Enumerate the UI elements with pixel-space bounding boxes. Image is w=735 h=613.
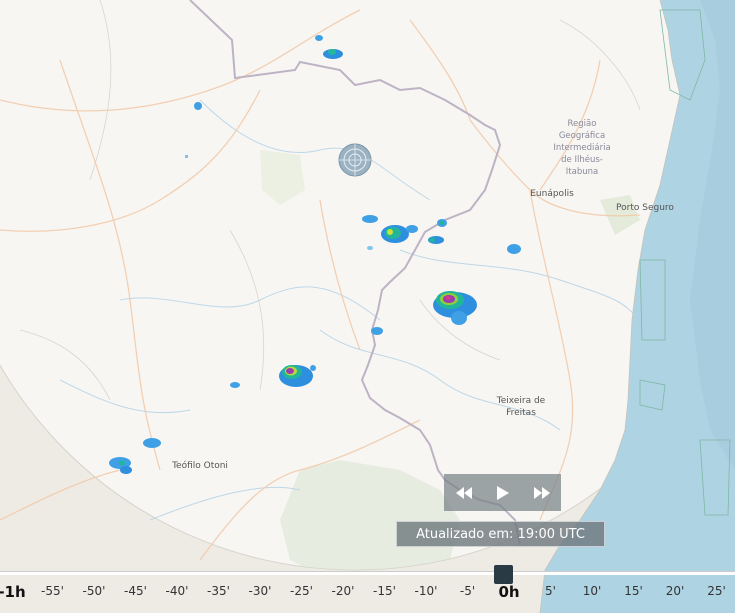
svg-text:de Ilhéus-: de Ilhéus- — [561, 154, 603, 165]
timeline-tick[interactable]: 0h — [498, 583, 519, 601]
timeline-tick[interactable]: -35' — [207, 584, 230, 598]
city-label-eunapolis: Eunápolis — [530, 189, 574, 199]
fast-forward-button[interactable] — [527, 478, 557, 508]
updated-time-badge: Atualizado em: 19:00 UTC — [396, 521, 605, 547]
city-label-teofilo-otoni: Teófilo Otoni — [171, 460, 228, 471]
echo-cell — [507, 244, 521, 254]
timeline-tick[interactable]: -1h — [0, 583, 26, 601]
echo-cell — [230, 382, 240, 388]
timeline-tick[interactable]: 20' — [666, 584, 685, 598]
fast-forward-icon — [533, 486, 550, 499]
timeline-tick[interactable]: -30' — [249, 584, 272, 598]
timeline-tick[interactable]: -20' — [332, 584, 355, 598]
play-button[interactable] — [488, 478, 518, 508]
echo-cell — [371, 327, 383, 335]
timeline-tick[interactable]: -10' — [415, 584, 438, 598]
timeline-track[interactable] — [0, 565, 735, 584]
svg-text:Teixeira de: Teixeira de — [496, 396, 546, 406]
svg-text:Itabuna: Itabuna — [566, 167, 598, 177]
play-icon — [496, 485, 509, 500]
svg-text:Geográfica: Geográfica — [559, 131, 605, 141]
rewind-icon — [455, 486, 472, 499]
timeline-tick[interactable]: -55' — [41, 584, 64, 598]
timeline-tick[interactable]: 5' — [545, 584, 556, 598]
radar-site-icon[interactable] — [338, 143, 372, 177]
timeline-tick[interactable]: 15' — [624, 584, 643, 598]
timeline-tick[interactable]: -45' — [124, 584, 147, 598]
radar-map[interactable]: Eunápolis Porto Seguro Teófilo Otoni Reg… — [0, 0, 735, 613]
echo-cell — [194, 102, 202, 110]
timeline-slider[interactable]: -1h -55' -50' -45' -40' -35' -30' -25' -20' -15' -… — [0, 565, 735, 613]
timeline-tick[interactable]: 25' — [707, 584, 726, 598]
playback-controls — [444, 474, 561, 511]
timeline-handle[interactable] — [494, 565, 513, 584]
timeline-tick[interactable]: -15' — [373, 584, 396, 598]
svg-text:Freitas: Freitas — [506, 408, 536, 418]
timeline-tick[interactable]: -50' — [83, 584, 106, 598]
rewind-button[interactable] — [449, 478, 479, 508]
timeline-tick[interactable]: -40' — [166, 584, 189, 598]
timeline-tick[interactable]: -25' — [290, 584, 313, 598]
city-label-porto-seguro: Porto Seguro — [616, 203, 674, 213]
timeline-tick[interactable]: -5' — [460, 584, 475, 598]
svg-text:Intermediária: Intermediária — [553, 143, 610, 153]
svg-text:Região: Região — [568, 119, 597, 129]
timeline-tick[interactable]: 10' — [583, 584, 602, 598]
